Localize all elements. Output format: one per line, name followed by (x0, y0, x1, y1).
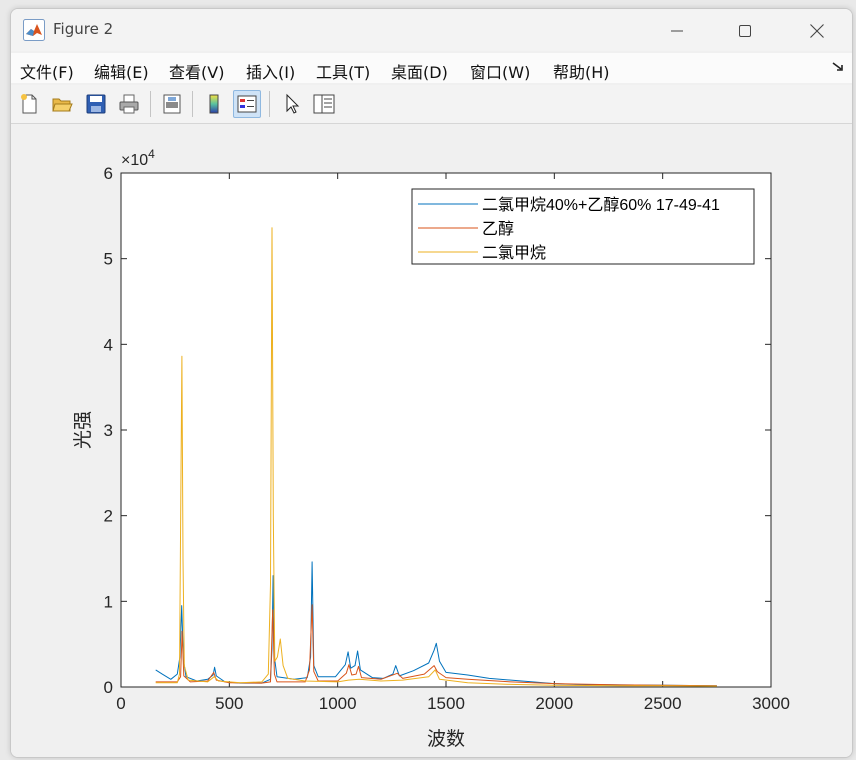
open-file-button[interactable] (49, 91, 75, 117)
y-tick-label: 5 (104, 250, 113, 269)
menu-help[interactable]: 帮助(H) (553, 59, 610, 83)
y-exponent-label: ×104 (121, 147, 155, 169)
menu-desktop[interactable]: 桌面(D) (391, 59, 448, 83)
legend[interactable]: 二氯甲烷40%+乙醇60% 17-49-41 乙醇二氯甲烷 (411, 188, 755, 265)
menu-file[interactable]: 文件(F) (20, 59, 74, 83)
new-figure-button[interactable] (16, 91, 42, 117)
legend-button[interactable] (233, 90, 261, 118)
menu-tools[interactable]: 工具(T) (316, 59, 370, 83)
close-icon (810, 24, 824, 38)
print-preview-button[interactable] (159, 91, 185, 117)
select-pointer-icon (286, 93, 300, 114)
toolbar-separator (192, 91, 193, 117)
menu-bar: 文件(F) 编辑(E) 查看(V) 插入(I) 工具(T) 桌面(D) 窗口(W… (11, 53, 852, 83)
property-inspector-icon (313, 94, 335, 114)
minimize-button[interactable] (649, 15, 705, 47)
menu-view[interactable]: 查看(V) (169, 59, 224, 83)
toolbar-separator (269, 91, 270, 117)
window-title: Figure 2 (53, 20, 114, 38)
menu-insert[interactable]: 插入(I) (246, 59, 295, 83)
figure-toolbar (11, 85, 852, 124)
x-tick-label: 1500 (427, 694, 465, 713)
print-icon (119, 94, 139, 114)
y-tick-label: 6 (104, 164, 113, 183)
maximize-button[interactable] (717, 15, 773, 47)
x-axis-label: 波数 (427, 728, 465, 750)
minimize-icon (671, 30, 683, 32)
x-tick-label: 2000 (535, 694, 573, 713)
select-pointer-button[interactable] (279, 91, 305, 117)
save-button[interactable] (83, 91, 109, 117)
title-bar: Figure 2 (11, 9, 852, 51)
colorbar-button[interactable] (201, 91, 227, 117)
figure-window: Figure 2 文件(F) 编辑(E) 查看(V) 插入(I) 工具(T) 桌… (10, 8, 853, 758)
plot-svg: 0 500 1000 1500 2000 2500 30000123456 ×104 波数 … (72, 147, 790, 750)
legend-icon (237, 95, 257, 113)
x-tick-label: 0 (116, 694, 125, 713)
matlab-icon (23, 19, 45, 41)
y-tick-label: 1 (104, 592, 113, 611)
menu-edit[interactable]: 编辑(E) (94, 59, 149, 83)
new-figure-icon (21, 94, 37, 114)
print-button[interactable] (116, 91, 142, 117)
y-tick-label: 3 (104, 421, 113, 440)
x-tick-label: 2500 (644, 694, 682, 713)
menu-window[interactable]: 窗口(W) (470, 59, 530, 83)
toolbar-separator (150, 91, 151, 117)
colorbar-icon (209, 94, 219, 114)
legend-entry-label: 二氯甲烷 (482, 244, 546, 262)
legend-entry-label: 乙醇 (482, 220, 514, 238)
x-tick-label: 1000 (319, 694, 357, 713)
figure-canvas[interactable]: 0 500 1000 1500 2000 2500 3000 0 1 2 3 4 5 6 ×104 波数 … (11, 124, 852, 757)
y-axis-label: 光强 (72, 411, 94, 449)
property-inspector-button[interactable] (311, 91, 337, 117)
x-tick-label: 3000 (752, 694, 790, 713)
maximize-icon (739, 25, 751, 37)
menu-overflow-icon[interactable] (832, 61, 844, 76)
y-tick-label: 2 (104, 507, 113, 526)
y-tick-label: 0 (104, 678, 113, 697)
open-file-icon (52, 98, 73, 112)
save-icon (86, 94, 106, 114)
legend-entry-label: 二氯甲烷40%+乙醇60% 17-49-41 (482, 196, 720, 214)
close-button[interactable] (789, 15, 845, 47)
y-tick-label: 4 (104, 335, 113, 354)
x-tick-label: 500 (215, 694, 243, 713)
print-preview-icon (163, 94, 181, 114)
